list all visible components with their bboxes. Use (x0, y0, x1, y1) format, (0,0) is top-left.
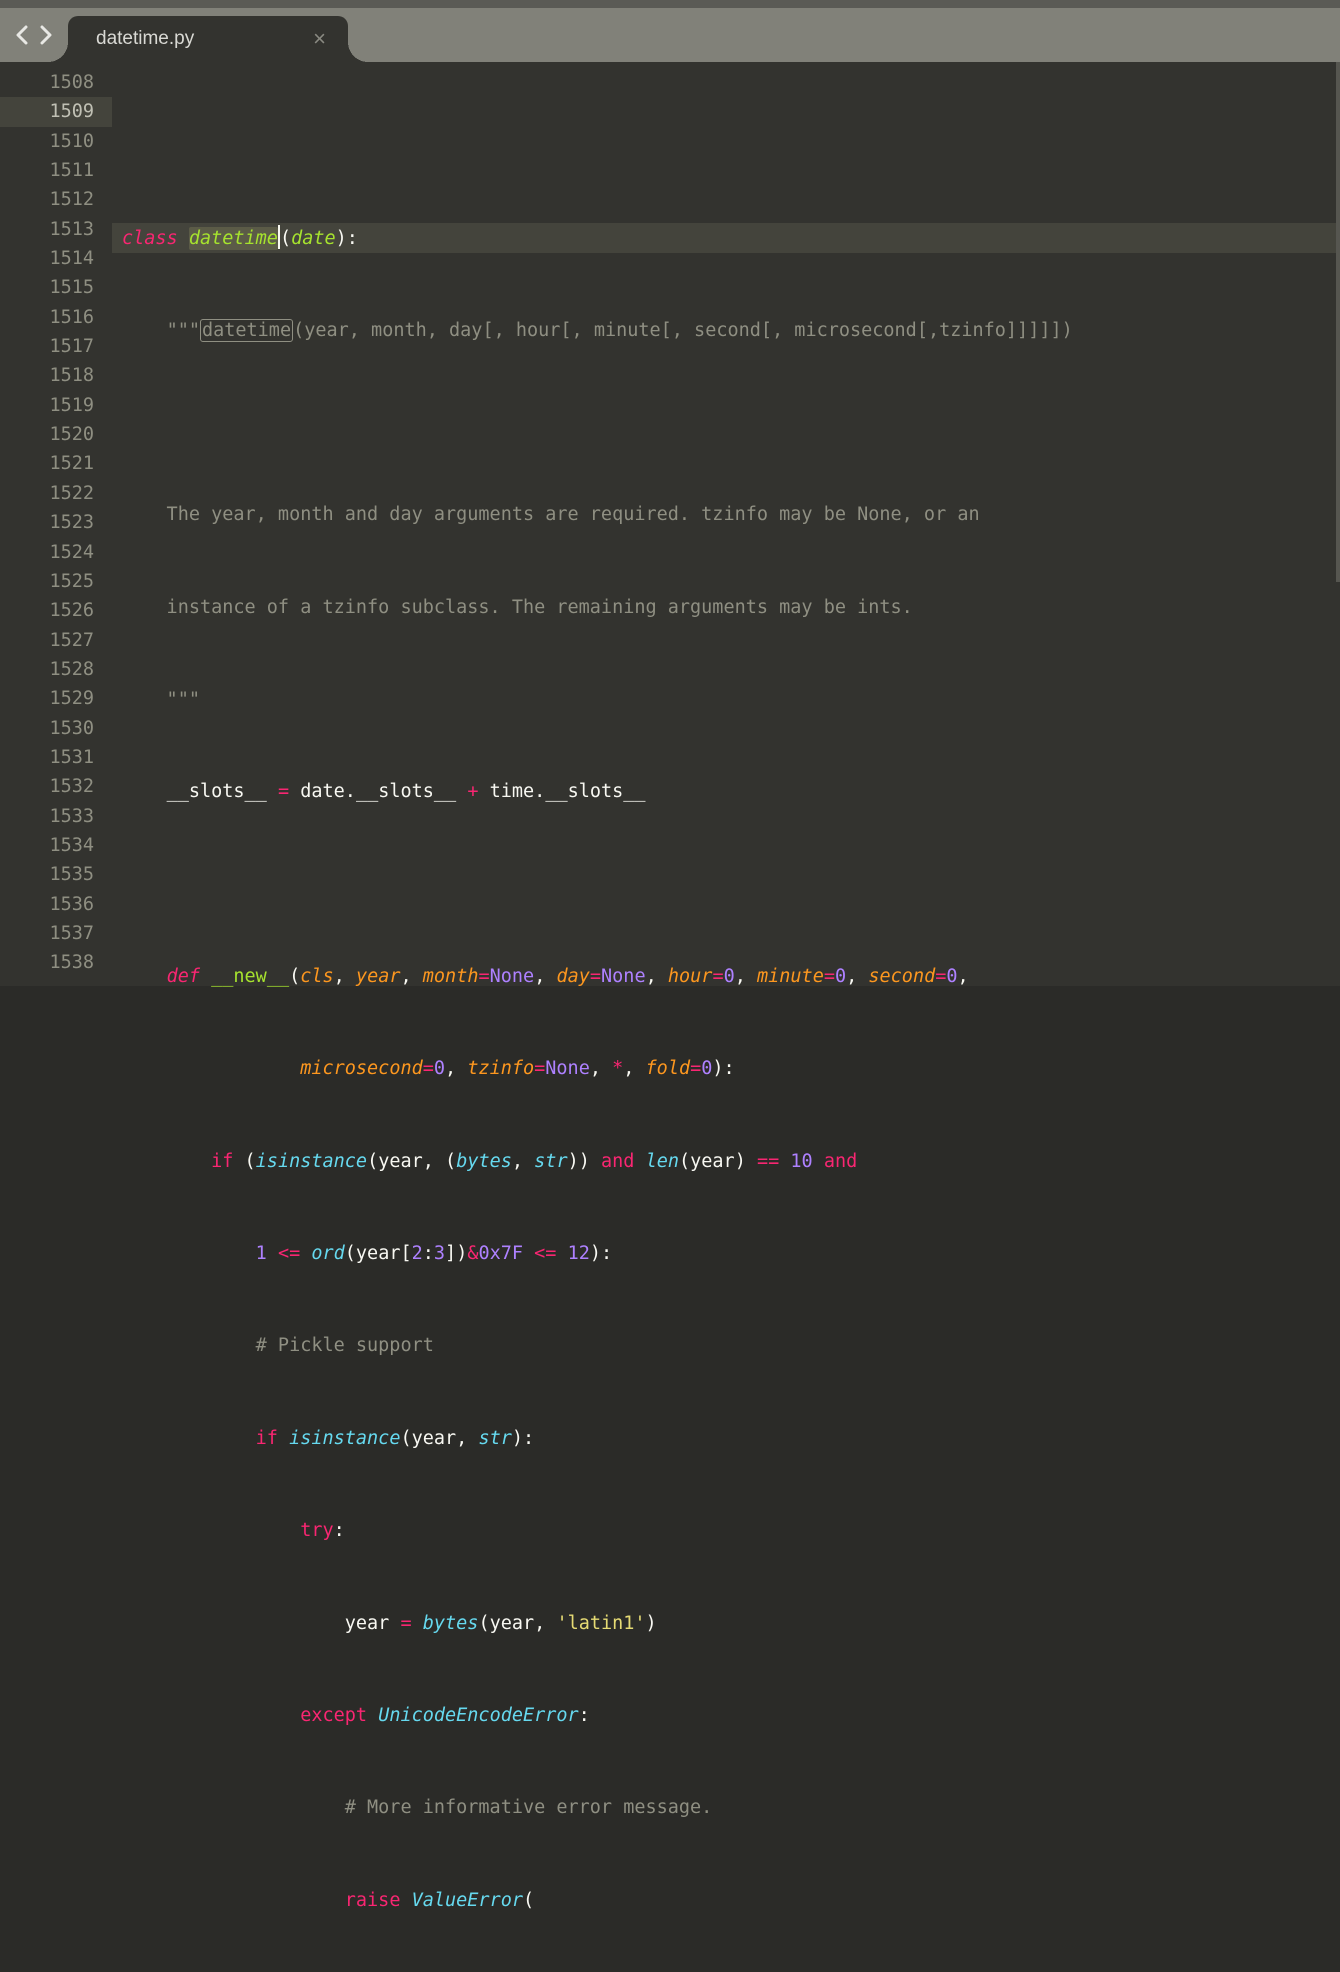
line-number: 1538 (0, 948, 112, 977)
line-number: 1533 (0, 802, 112, 831)
line-number: 1537 (0, 919, 112, 948)
line-number: 1518 (0, 361, 112, 390)
code-line (112, 131, 1340, 160)
line-number: 1523 (0, 508, 112, 537)
code-line: """datetime(year, month, day[, hour[, mi… (112, 316, 1340, 345)
line-number: 1515 (0, 273, 112, 302)
text-cursor (278, 225, 280, 249)
code-area[interactable]: class datetime(date): """datetime(year, … (112, 62, 1340, 986)
line-number: 1534 (0, 831, 112, 860)
code-line: microsecond=0, tzinfo=None, *, fold=0): (112, 1054, 1340, 1083)
line-number: 1514 (0, 244, 112, 273)
line-number: 1516 (0, 303, 112, 332)
nav-back-icon[interactable] (14, 25, 30, 45)
line-number: 1509 (0, 97, 112, 126)
tab-label: datetime.py (96, 28, 283, 50)
line-number: 1508 (0, 68, 112, 97)
tab-datetime-py[interactable]: datetime.py × (68, 16, 348, 62)
code-line: 1 <= ord(year[2:3])&0x7F <= 12): (112, 1239, 1340, 1268)
line-number: 1529 (0, 684, 112, 713)
code-line: year = bytes(year, 'latin1') (112, 1609, 1340, 1638)
line-number: 1525 (0, 567, 112, 596)
line-number: 1526 (0, 596, 112, 625)
line-number: 1520 (0, 420, 112, 449)
code-line: # Pickle support (112, 1331, 1340, 1360)
tab-bar: datetime.py × (0, 8, 1340, 62)
code-line: def __new__(cls, year, month=None, day=N… (112, 962, 1340, 991)
line-number: 1528 (0, 655, 112, 684)
line-number: 1512 (0, 185, 112, 214)
code-line: __slots__ = date.__slots__ + time.__slot… (112, 777, 1340, 806)
line-number: 1524 (0, 538, 112, 567)
code-line (112, 408, 1340, 437)
code-line (112, 870, 1340, 899)
code-line: The year, month and day arguments are re… (112, 500, 1340, 529)
line-number: 1517 (0, 332, 112, 361)
line-number: 1536 (0, 890, 112, 919)
vertical-scrollbar[interactable] (1336, 62, 1340, 582)
line-number: 1527 (0, 626, 112, 655)
line-number: 1530 (0, 714, 112, 743)
code-line: if isinstance(year, str): (112, 1424, 1340, 1453)
line-number-gutter[interactable]: 1508150915101511151215131514151515161517… (0, 62, 112, 986)
line-number: 1513 (0, 215, 112, 244)
window-titlebar (0, 0, 1340, 8)
code-line: instance of a tzinfo subclass. The remai… (112, 593, 1340, 622)
line-number: 1535 (0, 860, 112, 889)
line-number: 1510 (0, 127, 112, 156)
line-number: 1531 (0, 743, 112, 772)
code-line: class datetime(date): (112, 223, 1340, 252)
code-line: # More informative error message. (112, 1793, 1340, 1822)
code-line: except UnicodeEncodeError: (112, 1701, 1340, 1730)
code-line: if (isinstance(year, (bytes, str)) and l… (112, 1147, 1340, 1176)
line-number: 1521 (0, 449, 112, 478)
line-number: 1522 (0, 479, 112, 508)
line-number: 1519 (0, 391, 112, 420)
code-line: raise ValueError( (112, 1886, 1340, 1915)
close-icon[interactable]: × (313, 28, 326, 50)
editor: 1508150915101511151215131514151515161517… (0, 62, 1340, 986)
line-number: 1511 (0, 156, 112, 185)
line-number: 1532 (0, 772, 112, 801)
code-line: """ (112, 685, 1340, 714)
code-line: try: (112, 1516, 1340, 1545)
